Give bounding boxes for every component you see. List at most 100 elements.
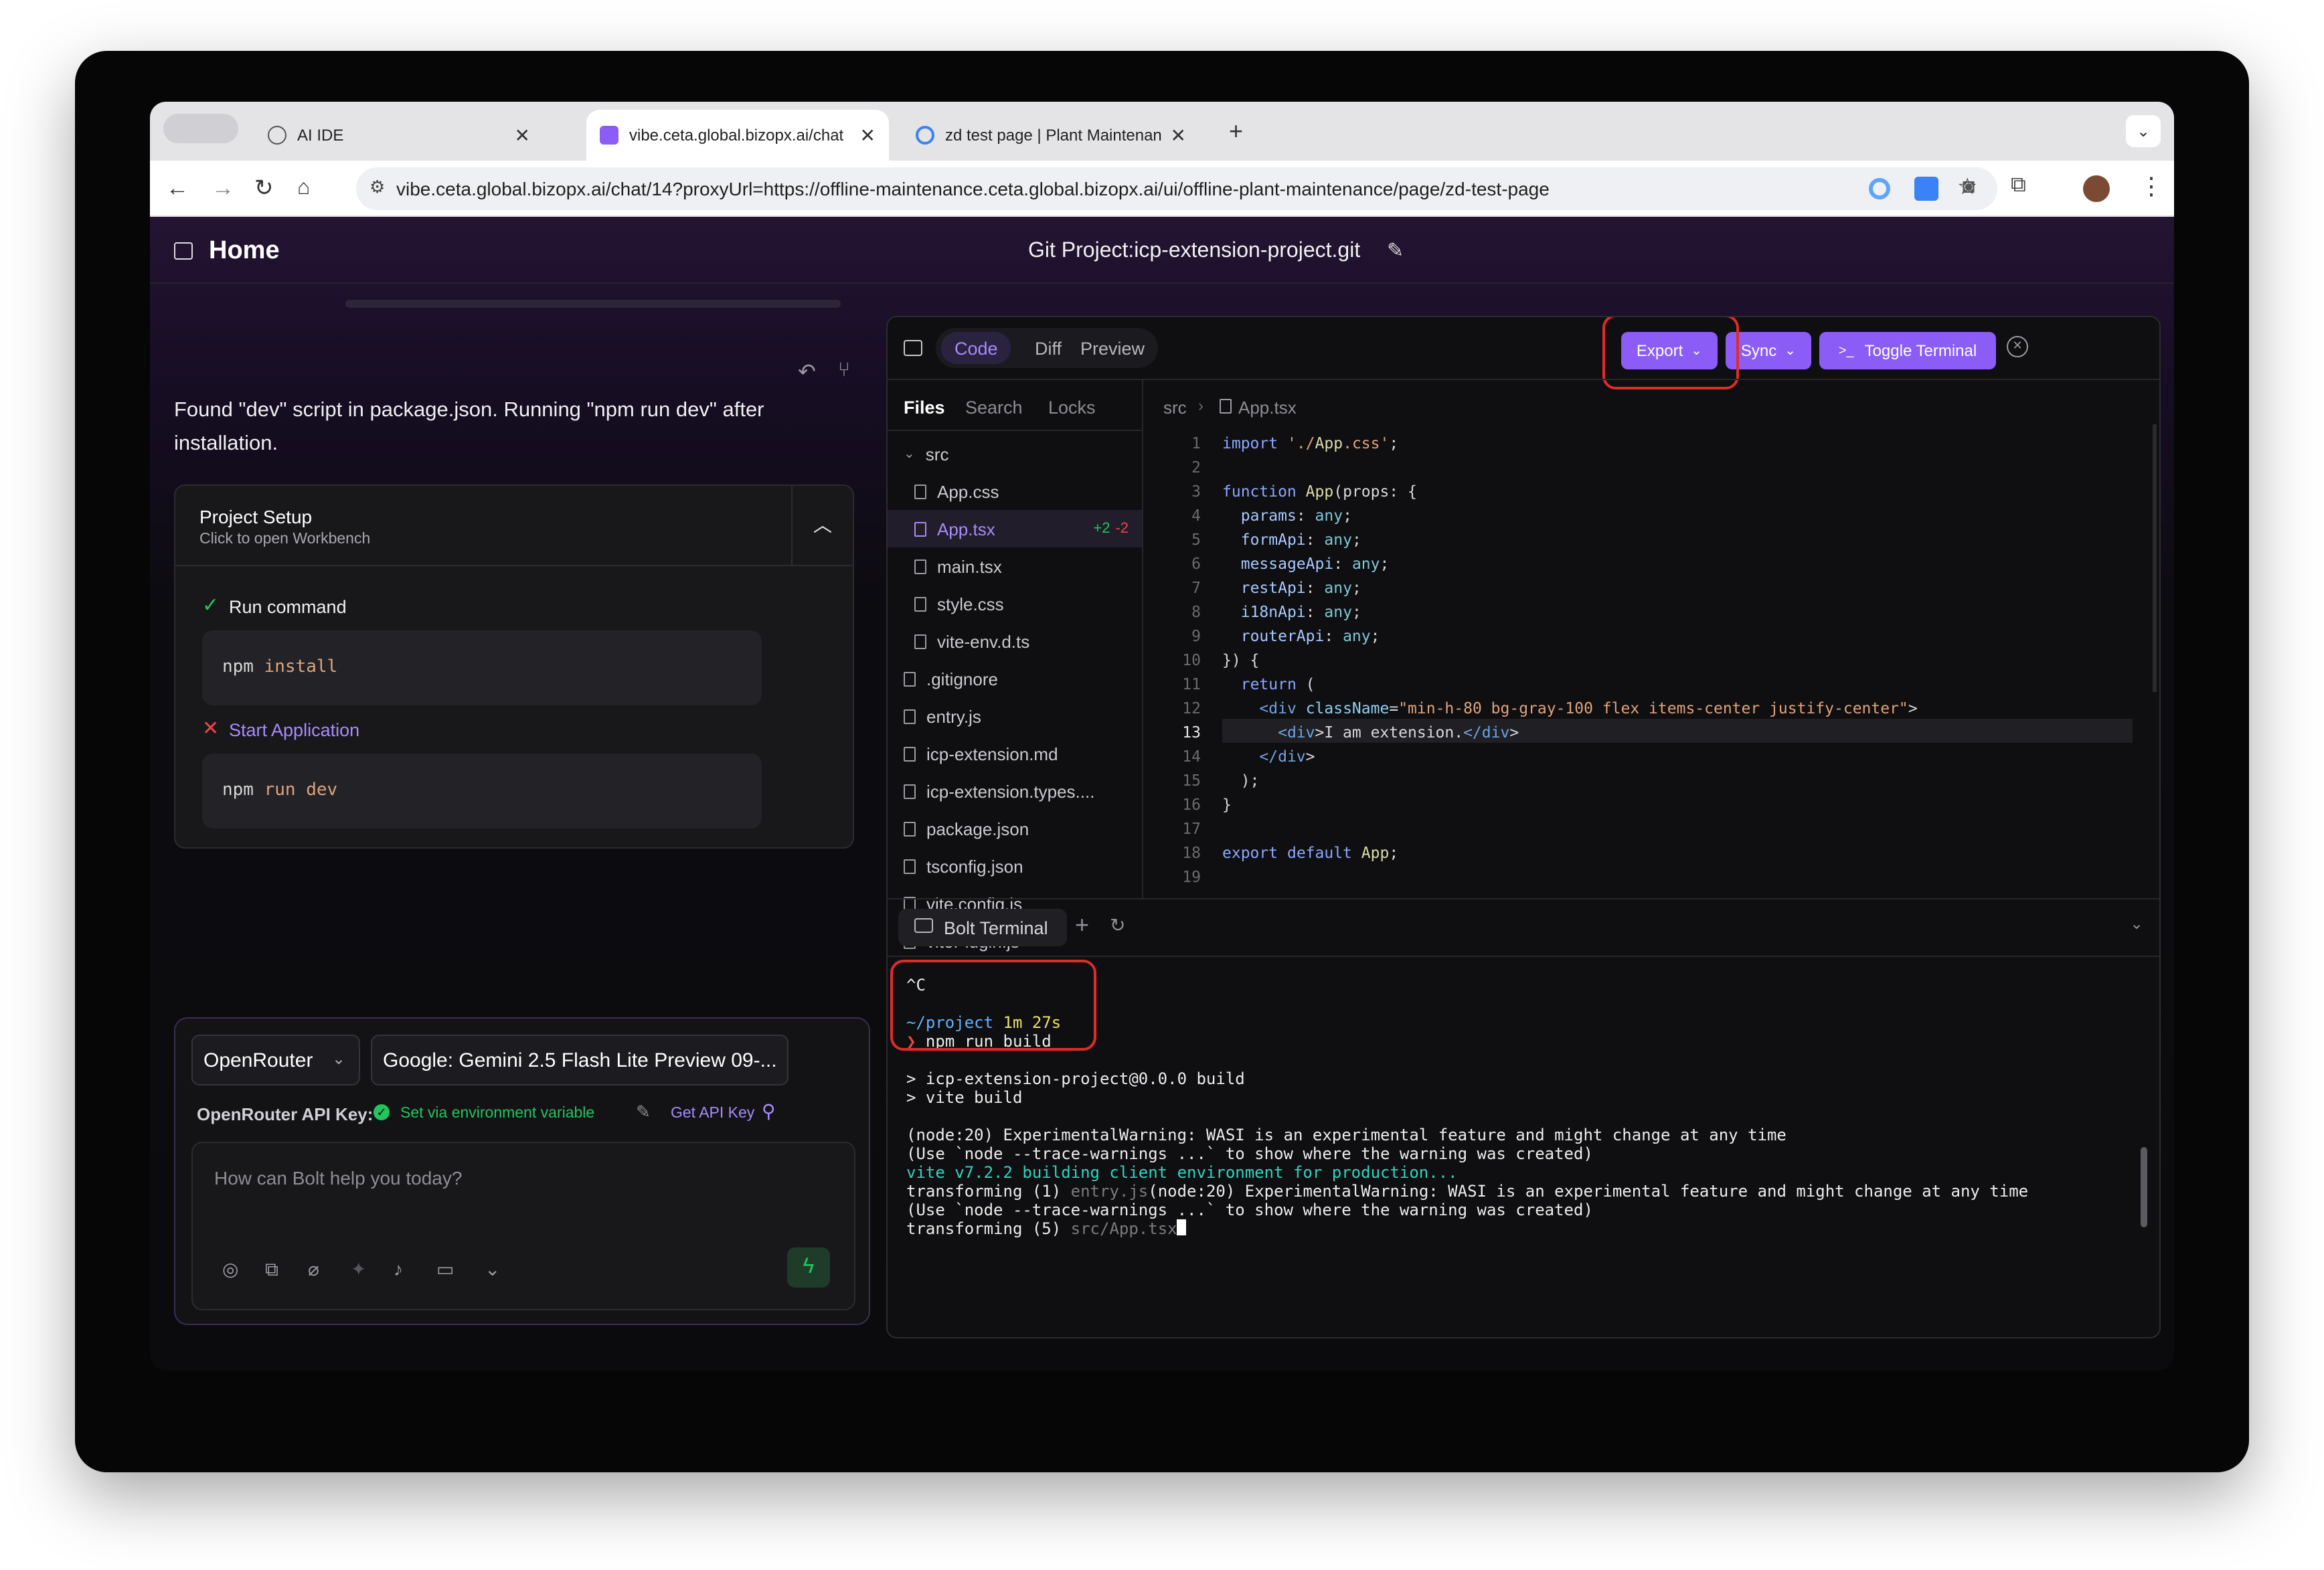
collapse-chevron-icon[interactable]: ︿ [791, 486, 853, 565]
terminal-scrollbar[interactable] [2141, 1147, 2147, 1227]
fork-icon[interactable]: ⑂ [838, 359, 850, 381]
tab-diff[interactable]: Diff [1035, 339, 1062, 359]
more-menu-icon[interactable]: ⋮ [2139, 173, 2163, 201]
breadcrumb-file[interactable]: App.tsx [1238, 398, 1297, 418]
home-title[interactable]: Home [209, 237, 280, 266]
edit-pencil-icon[interactable]: ✎ [1387, 238, 1404, 262]
tab-vibe-chat[interactable]: vibe.ceta.global.bizopx.ai/chat ✕ [586, 110, 889, 161]
file-name: package.json [926, 818, 1029, 839]
chevron-down-icon[interactable]: ⌄ [485, 1258, 500, 1281]
provider-select[interactable]: OpenRouter ⌄ [191, 1035, 360, 1085]
code-text: } [1222, 795, 1232, 814]
sidebar-toggle-icon[interactable] [174, 242, 193, 260]
file-item[interactable]: main.tsx [888, 547, 1142, 585]
locks-tab[interactable]: Locks [1048, 398, 1096, 418]
add-terminal-icon[interactable]: + [1075, 911, 1089, 940]
code-text: export default App; [1222, 843, 1399, 862]
camera-icon[interactable]: ◙ [1963, 175, 1975, 198]
terminal-tab[interactable]: Bolt Terminal [898, 909, 1067, 946]
code-line: 13 <div>I am extension.</div> [1150, 720, 2154, 744]
forward-icon[interactable]: → [212, 175, 234, 202]
sparkle-icon[interactable]: ✦ [351, 1258, 366, 1281]
close-icon[interactable]: ✕ [860, 124, 876, 147]
search-tab[interactable]: Search [965, 398, 1023, 418]
close-icon[interactable]: ✕ [1171, 124, 1186, 147]
undo-icon[interactable]: ↶ [798, 359, 816, 385]
file-item[interactable]: tsconfig.json [888, 847, 1142, 885]
file-name: App.tsx [937, 519, 995, 539]
paperclip-icon[interactable]: ⌀ [308, 1258, 319, 1281]
home-icon[interactable]: ⌂ [297, 175, 310, 202]
extensions-puzzle-icon[interactable]: ⧉ [2011, 174, 2026, 198]
file-item[interactable]: icp-extension.types.... [888, 772, 1142, 810]
file-item[interactable]: .gitignore [888, 660, 1142, 697]
code-text: }) { [1222, 650, 1260, 669]
collapse-terminal-icon[interactable]: ⌄ [2130, 914, 2143, 933]
file-item[interactable]: App.css [888, 472, 1142, 510]
model-select[interactable]: Google: Gemini 2.5 Flash Lite Preview 09… [371, 1035, 788, 1085]
new-tab-icon[interactable]: + [1229, 118, 1243, 146]
setup-header[interactable]: Project Setup Click to open Workbench ︿ [175, 486, 853, 566]
react-icon [916, 126, 934, 145]
close-icon[interactable]: ✕ [515, 124, 530, 147]
divider [888, 898, 2159, 899]
folder-src[interactable]: ⌄ src [888, 435, 1142, 472]
tab-preview[interactable]: Preview [1080, 339, 1145, 359]
chevron-down-icon: ⌄ [1784, 343, 1797, 358]
browser-window: AI IDE ✕ vibe.ceta.global.bizopx.ai/chat… [150, 102, 2174, 1371]
tab-search-icon[interactable]: ⌄ [2126, 115, 2161, 147]
close-workbench-icon[interactable]: ✕ [2007, 336, 2028, 357]
code-text: routerApi: any; [1240, 626, 1380, 645]
discuss-icon[interactable]: ▭ [436, 1258, 454, 1281]
file-item-active[interactable]: App.tsx +2 -2 [888, 510, 1142, 547]
code-line: 3 function App(props: { [1150, 479, 2154, 503]
microphone-icon[interactable]: ♪ [394, 1258, 403, 1280]
file-item[interactable]: package.json [888, 810, 1142, 847]
files-tab[interactable]: Files [904, 398, 945, 418]
file-item[interactable]: vite-env.d.ts [888, 622, 1142, 660]
edit-pencil-icon[interactable]: ✎ [636, 1102, 651, 1123]
code-editor[interactable]: 1 import './App.css'; 2 3 function App(props… [1150, 431, 2154, 889]
url-text[interactable]: vibe.ceta.global.bizopx.ai/chat/14?proxy… [396, 178, 1550, 199]
command-args: install [264, 657, 338, 677]
attach-multi-icon[interactable]: ⧉ [265, 1258, 278, 1281]
address-bar[interactable]: ⚙ vibe.ceta.global.bizopx.ai/chat/14?pro… [356, 167, 1997, 210]
line-number: 9 [1191, 626, 1201, 645]
tab-ai-ide[interactable]: AI IDE ✕ [254, 110, 544, 161]
send-bolt-button[interactable]: ϟ [787, 1247, 830, 1288]
file-item[interactable]: entry.js [888, 697, 1142, 735]
file-icon [904, 671, 916, 686]
tab-code[interactable]: Code [954, 339, 998, 359]
restart-terminal-icon[interactable]: ↻ [1110, 914, 1125, 937]
workbench: Code Diff Preview Export ⌄ Sync ⌄ >_ Toggle… [886, 316, 2161, 1338]
file-item[interactable]: style.css [888, 585, 1142, 622]
avatar[interactable] [2083, 175, 2110, 202]
bolt-favicon-icon [600, 126, 618, 145]
file-tree-toggle-icon[interactable] [904, 340, 922, 356]
prompt-textarea[interactable]: How can Bolt help you today? ◎ ⧉ ⌀ ✦ ♪ ▭… [191, 1142, 855, 1310]
tab-title: zd test page | Plant Maintenance [945, 126, 1163, 145]
get-api-key-link[interactable]: Get API Key [671, 1106, 754, 1122]
browser-toolbar: ← → ↻ ⌂ ⚙ vibe.ceta.global.bizopx.ai/cha… [150, 161, 2174, 217]
site-settings-icon[interactable]: ⚙ [369, 177, 385, 198]
terminal-tab-label: Bolt Terminal [944, 918, 1048, 938]
line-number: 8 [1191, 602, 1201, 621]
code-text: </div> [1259, 747, 1315, 766]
file-icon [914, 484, 926, 499]
line-number: 2 [1191, 458, 1201, 476]
breadcrumb-folder[interactable]: src [1163, 398, 1187, 418]
toggle-terminal-button[interactable]: >_ Toggle Terminal [1819, 332, 1996, 369]
back-icon[interactable]: ← [166, 175, 189, 202]
tab-plant-maintenance[interactable]: zd test page | Plant Maintenance ✕ [902, 110, 1199, 161]
code-text: import './App.css'; [1222, 434, 1399, 452]
prompt-placeholder: How can Bolt help you today? [214, 1167, 463, 1189]
translate-icon[interactable] [1914, 177, 1938, 201]
extension-circle-icon[interactable] [1869, 178, 1890, 199]
tab-group-icon[interactable] [163, 114, 238, 143]
file-item[interactable]: icp-extension.md [888, 735, 1142, 772]
code-line: 1 import './App.css'; [1150, 431, 2154, 455]
line-number: 17 [1182, 819, 1201, 838]
palette-icon[interactable]: ◎ [222, 1258, 238, 1281]
reload-icon[interactable]: ↻ [254, 175, 274, 202]
prompt-panel: OpenRouter ⌄ Google: Gemini 2.5 Flash Li… [174, 1017, 870, 1325]
